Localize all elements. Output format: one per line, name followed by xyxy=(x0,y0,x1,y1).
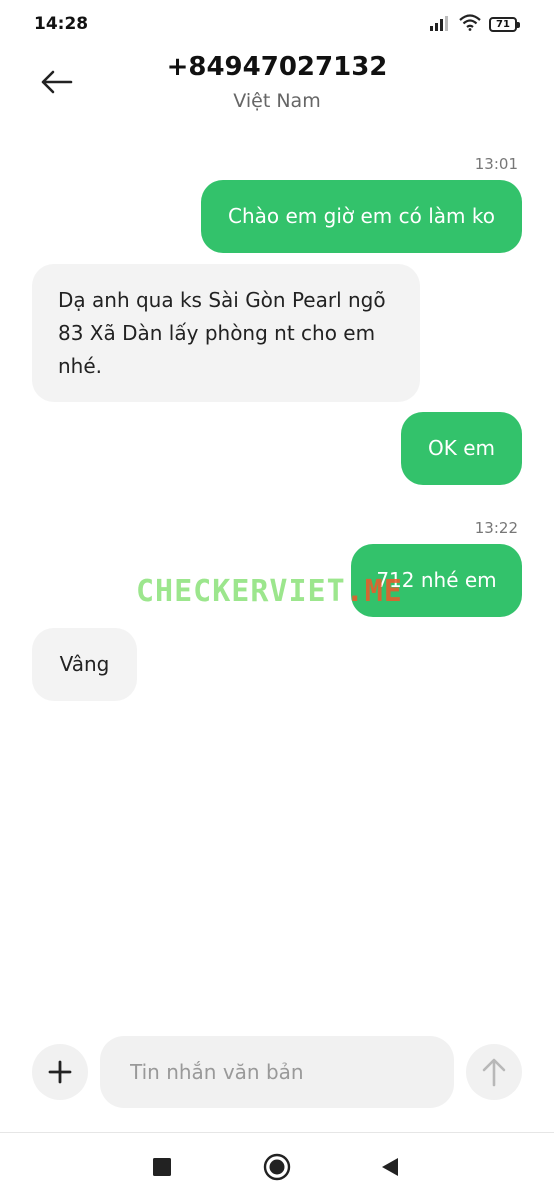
conversation-header: +84947027132 Việt Nam xyxy=(0,50,554,130)
battery-icon: 71 xyxy=(489,17,520,32)
status-icons: 71 xyxy=(429,14,520,35)
status-time: 14:28 xyxy=(34,14,89,34)
status-bar: 14:28 71 xyxy=(0,0,554,50)
wifi-icon xyxy=(459,14,481,35)
recents-button[interactable] xyxy=(146,1151,178,1183)
watermark-accent: .ME xyxy=(345,574,403,609)
back-nav-button[interactable] xyxy=(374,1151,406,1183)
message-bubble-incoming[interactable]: Dạ anh qua ks Sài Gòn Pearl ngõ 83 Xã Dà… xyxy=(32,264,420,402)
watermark: CHECKERVIET.ME xyxy=(136,574,403,609)
message-bubble-outgoing[interactable]: OK em xyxy=(401,412,522,485)
message-timestamp: 13:01 xyxy=(474,155,518,173)
contact-number: +84947027132 xyxy=(166,52,388,82)
square-icon xyxy=(153,1158,171,1176)
send-button[interactable] xyxy=(466,1044,522,1100)
plus-icon xyxy=(48,1060,72,1084)
contact-country: Việt Nam xyxy=(233,90,321,112)
message-input[interactable] xyxy=(100,1036,454,1108)
message-composer xyxy=(0,1032,554,1112)
message-bubble-incoming[interactable]: Vâng xyxy=(32,628,137,701)
triangle-back-icon xyxy=(382,1158,398,1176)
message-timestamp: 13:22 xyxy=(474,519,518,537)
message-bubble-outgoing[interactable]: Chào em giờ em có làm ko xyxy=(201,180,522,253)
arrow-up-icon xyxy=(482,1058,506,1087)
home-button[interactable] xyxy=(261,1151,293,1183)
attach-button[interactable] xyxy=(32,1044,88,1100)
circle-icon xyxy=(263,1153,291,1181)
watermark-text: CHECKERVIET xyxy=(136,574,346,609)
system-navbar xyxy=(0,1133,554,1200)
signal-icon xyxy=(429,15,451,35)
battery-level: 71 xyxy=(489,17,517,32)
